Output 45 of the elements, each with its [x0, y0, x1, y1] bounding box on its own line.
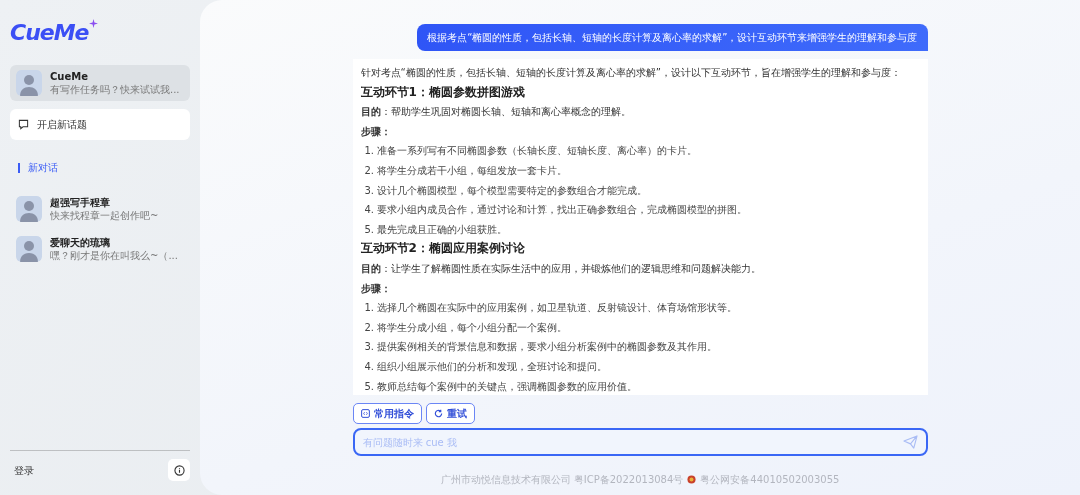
step-text: 2. 将学生分成小组，每个小组分配一个案例。: [363, 320, 569, 335]
chat-item[interactable]: CueMe 有写作任务吗？快来试试我...: [10, 65, 190, 101]
command-icon: [360, 409, 370, 418]
login-link[interactable]: 登录: [14, 462, 34, 478]
chat-item[interactable]: 爱聊天的琉璃 嘿？刚才是你在叫我么~（...: [10, 231, 190, 267]
chat-item[interactable]: 超强写手程章 快来找程章一起创作吧~: [10, 191, 190, 227]
purpose-text: 目的：让学生了解椭圆性质在实际生活中的应用，并锻炼他们的逻辑思维和问题解决能力。: [360, 261, 762, 276]
retry-button[interactable]: 重试: [425, 403, 475, 424]
purpose-text: 目的：帮助学生巩固对椭圆长轴、短轴和离心率概念的理解。: [360, 105, 632, 120]
section-marker: [18, 162, 20, 173]
new-chat-icon: [18, 119, 29, 130]
step-text: 3. 提供案例相关的背景信息和数据，要求小组分析案例中的椭圆参数及其作用。: [363, 340, 719, 355]
logo: CueMe: [10, 19, 89, 47]
refresh-icon: [433, 409, 443, 418]
info-icon: [173, 464, 185, 476]
chat-name: 爱聊天的琉璃: [50, 236, 111, 249]
new-topic-button[interactable]: 开启新话题: [10, 109, 190, 140]
steps-label: 步骤：: [360, 281, 392, 296]
steps-label: 步骤：: [360, 124, 392, 139]
step-text: 5. 教师总结每个案例中的关键点，强调椭圆参数的应用价值。: [363, 379, 639, 394]
avatar-icon: [16, 236, 42, 262]
section-label: 新对话: [28, 161, 58, 175]
chat-preview: 嘿？刚才是你在叫我么~（...: [50, 249, 178, 262]
chat-name: 超强写手程章: [50, 196, 111, 209]
section-heading: 互动环节2：椭圆应用案例讨论: [360, 241, 526, 257]
info-button[interactable]: [168, 459, 190, 481]
step-text: 3. 设计几个椭圆模型，每个模型需要特定的参数组合才能完成。: [363, 183, 649, 198]
sparkle-icon: [88, 19, 98, 28]
step-text: 1. 准备一系列写有不同椭圆参数（长轴长度、短轴长度、离心率）的卡片。: [363, 144, 699, 159]
chat-preview: 有写作任务吗？快来试试我...: [50, 83, 180, 96]
message-input[interactable]: 有问题随时来 cue 我: [352, 428, 928, 456]
avatar-icon: [16, 196, 42, 222]
section-heading: 互动环节1：椭圆参数拼图游戏: [360, 84, 526, 100]
answer-intro: 针对考点“椭圆的性质，包括长轴、短轴的长度计算及离心率的求解”，设计以下互动环节，旨在增强学生的理解和参与度：: [360, 66, 902, 80]
avatar-icon: [16, 70, 42, 96]
emblem-icon: [687, 475, 697, 484]
step-text: 4. 要求小组内成员合作，通过讨论和计算，找出正确参数组合，完成椭圆模型的拼图。: [363, 203, 749, 218]
user-message: 根据考点“椭圆的性质，包括长轴、短轴的长度计算及离心率的求解”，设计互动环节来增强学生的理解和参与度: [417, 24, 928, 51]
step-text: 5. 最先完成且正确的小组获胜。: [363, 222, 509, 237]
step-text: 2. 将学生分成若干小组，每组发放一套卡片。: [363, 163, 569, 178]
chat-name: CueMe: [50, 70, 89, 83]
step-text: 4. 组织小组展示他们的分析和发现，全班讨论和提问。: [363, 359, 609, 374]
step-text: 1. 选择几个椭圆在实际中的应用案例，如卫星轨道、反射镜设计、体育场馆形状等。: [363, 301, 739, 316]
chat-preview: 快来找程章一起创作吧~: [50, 209, 159, 222]
commands-button[interactable]: 常用指令: [352, 403, 422, 424]
